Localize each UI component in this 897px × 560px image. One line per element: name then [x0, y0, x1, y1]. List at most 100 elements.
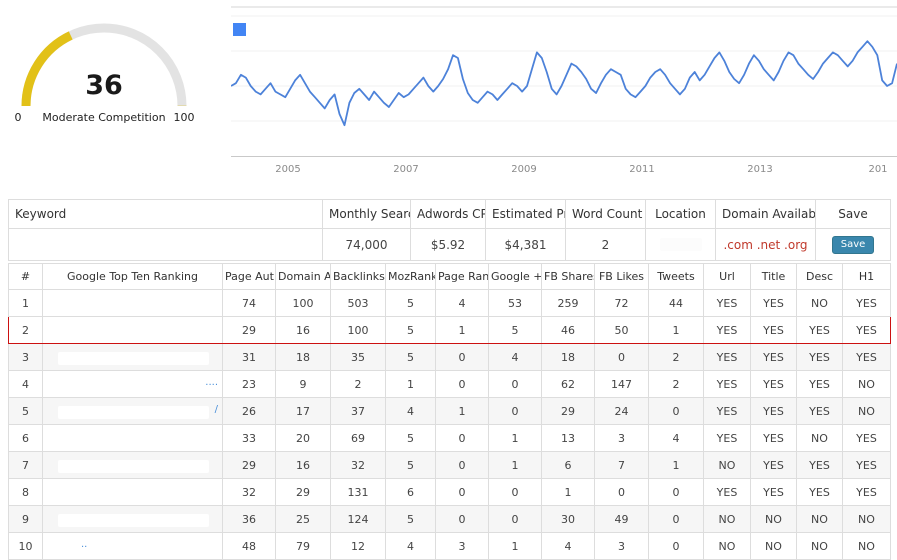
- ranking-cell: 3: [436, 533, 489, 560]
- ranking-cell: 9: [9, 506, 43, 533]
- ranking-cell: 6: [386, 479, 436, 506]
- ranking-cell: 0: [649, 398, 704, 425]
- ranking-cell: YES: [843, 452, 891, 479]
- ranking-header-google-1s: Google +1s: [489, 264, 542, 290]
- word-count-cell: 2: [566, 229, 646, 261]
- ranking-cell: 0: [489, 479, 542, 506]
- ranking-cell: NO: [751, 533, 797, 560]
- ranking-row-6: 63320695011334YESYESNOYES: [9, 425, 891, 452]
- keyword-table-header-keyword: Keyword: [9, 200, 323, 229]
- ranking-cell: 7: [595, 452, 649, 479]
- ranking-cell: YES: [704, 317, 751, 344]
- ranking-cell: YES: [751, 344, 797, 371]
- gauge-min-label: 0: [15, 111, 22, 124]
- ranking-cell: YES: [843, 290, 891, 317]
- ranking-result-cell: [43, 290, 223, 317]
- ranking-cell: 0: [595, 344, 649, 371]
- ranking-cell: YES: [843, 425, 891, 452]
- ranking-row-3: 33118355041802YESYESYESYES: [9, 344, 891, 371]
- ranking-cell: 4: [386, 398, 436, 425]
- ranking-cell: 4: [489, 344, 542, 371]
- legend-swatch-icon: [233, 23, 246, 36]
- redacted-url: [58, 460, 209, 473]
- ranking-cell: 29: [276, 479, 331, 506]
- ranking-cell: YES: [704, 290, 751, 317]
- ranking-header-fb-likes: FB Likes: [595, 264, 649, 290]
- ranking-cell: 23: [223, 371, 276, 398]
- x-axis-tick-label: 2005: [275, 164, 300, 175]
- ranking-cell: NO: [704, 452, 751, 479]
- result-link-fragment[interactable]: ....: [205, 377, 218, 388]
- x-axis-tick-label: 2007: [393, 164, 418, 175]
- redacted-url: [58, 298, 209, 311]
- ranking-row-1: 17410050354532597244YESYESNOYES: [9, 290, 891, 317]
- ranking-row-8: 83229131600100YESYESYESYES: [9, 479, 891, 506]
- keyword-table-header-domain-availability: Domain Availability: [716, 200, 816, 229]
- ranking-cell: 33: [223, 425, 276, 452]
- ranking-cell: NO: [843, 506, 891, 533]
- domain-availability-cell[interactable]: .com .net .org: [716, 229, 816, 261]
- ranking-cell: 1: [436, 317, 489, 344]
- ranking-cell: 6: [9, 425, 43, 452]
- ranking-cell: 5: [386, 290, 436, 317]
- ranking-cell: 2: [649, 344, 704, 371]
- ranking-cell: YES: [751, 452, 797, 479]
- keyword-table-header-word-count: Word Count: [566, 200, 646, 229]
- keyword-table-header-monthly-searches: Monthly Searches: [323, 200, 411, 229]
- search-trends-chart: 20052007200920112013201: [231, 6, 897, 178]
- ranking-table: #Google Top Ten RankingPage Aut..Domain …: [8, 263, 891, 560]
- ranking-cell: YES: [797, 371, 843, 398]
- ranking-cell: NO: [704, 506, 751, 533]
- ranking-row-5: 5/26173741029240YESYESYESNO: [9, 398, 891, 425]
- competition-gauge: 36 0 Moderate Competition 100: [4, 4, 214, 129]
- ranking-cell: 69: [331, 425, 386, 452]
- ranking-cell: YES: [843, 317, 891, 344]
- ranking-cell: 49: [595, 506, 649, 533]
- ranking-header-desc: Desc: [797, 264, 843, 290]
- ranking-cell: 24: [595, 398, 649, 425]
- ranking-cell: 0: [649, 533, 704, 560]
- ranking-cell: 50: [595, 317, 649, 344]
- redacted-url: [58, 325, 209, 338]
- ranking-cell: 79: [276, 533, 331, 560]
- ranking-result-cell: [43, 506, 223, 533]
- ranking-cell: 0: [436, 371, 489, 398]
- ranking-cell: 4: [9, 371, 43, 398]
- ranking-header-tweets: Tweets: [649, 264, 704, 290]
- ranking-cell: 0: [649, 479, 704, 506]
- ranking-header-page-rank: Page Rank: [436, 264, 489, 290]
- ranking-cell: 1: [489, 533, 542, 560]
- result-link-fragment[interactable]: /: [215, 404, 218, 415]
- ranking-cell: 9: [276, 371, 331, 398]
- ranking-header-google-top-ten-ranking: Google Top Ten Ranking: [43, 264, 223, 290]
- ranking-cell: NO: [843, 398, 891, 425]
- ranking-cell: 0: [436, 479, 489, 506]
- result-link-fragment[interactable]: ..: [81, 539, 87, 550]
- ranking-cell: 1: [649, 452, 704, 479]
- ranking-cell: 1: [436, 398, 489, 425]
- save-button[interactable]: Save: [832, 236, 875, 254]
- ranking-cell: YES: [704, 479, 751, 506]
- ranking-cell: 3: [9, 344, 43, 371]
- ranking-cell: 36: [223, 506, 276, 533]
- ranking-header-num: #: [9, 264, 43, 290]
- ranking-cell: 29: [542, 398, 595, 425]
- ranking-cell: YES: [751, 425, 797, 452]
- ranking-cell: 4: [542, 533, 595, 560]
- ranking-cell: 25: [276, 506, 331, 533]
- ranking-cell: 0: [649, 506, 704, 533]
- ranking-cell: 0: [595, 479, 649, 506]
- ranking-cell: YES: [751, 398, 797, 425]
- keyword-table-header-location: Location: [646, 200, 716, 229]
- ranking-cell: YES: [797, 317, 843, 344]
- ranking-result-cell: ....: [43, 371, 223, 398]
- ranking-cell: 8: [9, 479, 43, 506]
- ranking-cell: 1: [489, 425, 542, 452]
- ranking-cell: 31: [223, 344, 276, 371]
- ranking-cell: 5: [386, 506, 436, 533]
- redacted-url: [58, 406, 209, 419]
- ranking-cell: NO: [797, 533, 843, 560]
- ranking-cell: 37: [331, 398, 386, 425]
- ranking-cell: 0: [436, 506, 489, 533]
- keyword-summary-table: KeywordMonthly SearchesAdwords CPCEstima…: [8, 199, 891, 261]
